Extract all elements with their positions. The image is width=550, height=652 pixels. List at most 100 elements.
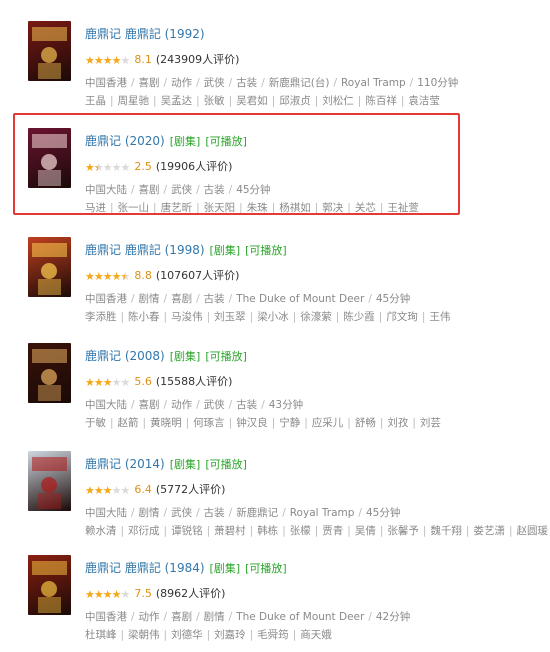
playable-tag[interactable]: [可播放] bbox=[205, 458, 247, 471]
separator: | bbox=[508, 525, 513, 537]
series-tag[interactable]: [剧集] bbox=[170, 350, 201, 363]
star-icon: ★ bbox=[93, 54, 104, 67]
star-icon: ★ bbox=[120, 484, 131, 497]
cast-name[interactable]: 周星驰 bbox=[118, 95, 150, 107]
separator: / bbox=[131, 507, 135, 519]
cast-name[interactable]: 梁朝伟 bbox=[128, 629, 160, 641]
rating-score: 7.5 bbox=[134, 587, 152, 600]
separator: | bbox=[110, 95, 114, 107]
info-item: The Duke of Mount Deer bbox=[236, 293, 365, 305]
separator: | bbox=[412, 417, 416, 429]
cast-name[interactable]: 梁小冰 bbox=[257, 311, 289, 323]
rating-score: 8.8 bbox=[134, 269, 152, 282]
cast-name[interactable]: 刘孜 bbox=[387, 417, 408, 429]
cast-name[interactable]: 宁静 bbox=[279, 417, 300, 429]
cast-name[interactable]: 徐濠萦 bbox=[300, 311, 332, 323]
cast-name[interactable]: 陈少霞 bbox=[343, 311, 375, 323]
cast-name[interactable]: 杜琪峰 bbox=[85, 629, 117, 641]
cast-name[interactable]: 张敏 bbox=[204, 95, 225, 107]
cast-name[interactable]: 邓衍成 bbox=[128, 525, 160, 537]
cast-name[interactable]: 吴君如 bbox=[236, 95, 268, 107]
cast-name[interactable]: 邝文珣 bbox=[386, 311, 418, 323]
title-row: 鹿鼎记 鹿鼎記 (1992) bbox=[85, 26, 205, 42]
cast-name[interactable]: 舒畅 bbox=[355, 417, 376, 429]
star-icon: ★ bbox=[111, 376, 122, 389]
cast-name[interactable]: 商天娥 bbox=[300, 629, 332, 641]
cast-name[interactable]: 萧碧村 bbox=[214, 525, 246, 537]
cast-name[interactable]: 邱淑贞 bbox=[279, 95, 311, 107]
poster-image[interactable] bbox=[28, 237, 71, 297]
info-item: 武侠 bbox=[203, 399, 225, 411]
series-tag[interactable]: [剧集] bbox=[210, 562, 241, 575]
title-link[interactable]: 鹿鼎记 (2008) bbox=[85, 349, 165, 363]
separator: / bbox=[368, 611, 372, 623]
cast-name[interactable]: 赖水清 bbox=[85, 525, 117, 537]
cast-name[interactable]: 刘玉翠 bbox=[214, 311, 246, 323]
separator: | bbox=[422, 525, 427, 537]
cast-name[interactable]: 赵箭 bbox=[118, 417, 139, 429]
cast-name[interactable]: 刘芸 bbox=[420, 417, 441, 429]
vote-count: (15588人评价) bbox=[155, 375, 233, 388]
cast-name[interactable]: 刘松仁 bbox=[322, 95, 354, 107]
cast-name[interactable]: 于敏 bbox=[85, 417, 106, 429]
info-line: 中国香港 / 喜剧 / 动作 / 武侠 / 古装 / 新鹿鼎记(台) / Royal Tramp/110… bbox=[85, 76, 458, 90]
playable-tag[interactable]: [可播放] bbox=[245, 562, 287, 575]
cast-name[interactable]: 赵圆瑗 bbox=[517, 525, 549, 537]
cast-name[interactable]: 吴孟达 bbox=[161, 95, 193, 107]
vote-count: (8962人评价) bbox=[155, 587, 226, 600]
series-tag[interactable]: [剧集] bbox=[210, 244, 241, 257]
star-icon: ★ bbox=[93, 484, 104, 497]
cast-name[interactable]: 王晶 bbox=[85, 95, 106, 107]
playable-tag[interactable]: [可播放] bbox=[245, 244, 287, 257]
title-row: 鹿鼎记 鹿鼎記 (1998) [剧集] [可播放] bbox=[85, 242, 287, 259]
result-item: 鹿鼎记 鹿鼎記 (1984) [剧集] [可播放] ★★★★★ 7.5 (8962人评价)… bbox=[0, 552, 550, 652]
separator: | bbox=[206, 629, 211, 641]
separator: | bbox=[142, 417, 147, 429]
separator: | bbox=[228, 95, 233, 107]
star-rating: ★★★★★ bbox=[85, 270, 130, 284]
cast-line: 王晶 | 周星驰 | 吴孟达 | 张敏 | 吴君如 | 邱淑贞 | 刘松仁 | 陈百祥 | 袁洁莹 bbox=[85, 94, 440, 108]
cast-name[interactable]: 王伟 bbox=[429, 311, 450, 323]
playable-tag[interactable]: [可播放] bbox=[205, 350, 247, 363]
cast-name[interactable]: 应采儿 bbox=[312, 417, 344, 429]
star-icon: ★ bbox=[120, 588, 131, 601]
cast-name[interactable]: 贾青 bbox=[322, 525, 343, 537]
cast-name[interactable]: 娄艺潇 bbox=[473, 525, 505, 537]
title-link[interactable]: 鹿鼎记 鹿鼎記 (1998) bbox=[85, 243, 205, 257]
cast-name[interactable]: 吴倩 bbox=[355, 525, 376, 537]
title-link[interactable]: 鹿鼎记 (2014) bbox=[85, 457, 165, 471]
series-tag[interactable]: [剧集] bbox=[170, 458, 201, 471]
title-link[interactable]: 鹿鼎记 鹿鼎記 (1984) bbox=[85, 561, 205, 575]
cast-name[interactable]: 刘嘉玲 bbox=[214, 629, 246, 641]
cast-name[interactable]: 陈百祥 bbox=[365, 95, 397, 107]
cast-name[interactable]: 谭锐铭 bbox=[171, 525, 203, 537]
title-link[interactable]: 鹿鼎记 鹿鼎記 (1992) bbox=[85, 27, 205, 41]
separator: / bbox=[163, 77, 168, 89]
star-icon: ★ bbox=[102, 270, 113, 283]
poster-image[interactable] bbox=[28, 343, 71, 403]
cast-name[interactable]: 毛舜筠 bbox=[257, 629, 289, 641]
cast-name[interactable]: 何琢言 bbox=[193, 417, 225, 429]
cast-name[interactable]: 韩栋 bbox=[257, 525, 278, 537]
cast-name[interactable]: 张檬 bbox=[290, 525, 311, 537]
cast-name[interactable]: 李添胜 bbox=[85, 311, 117, 323]
separator: / bbox=[163, 293, 168, 305]
cast-name[interactable]: 马浚伟 bbox=[171, 311, 203, 323]
poster-image[interactable] bbox=[28, 555, 71, 615]
vote-count: (107607人评价) bbox=[155, 269, 240, 282]
star-icon: ★ bbox=[85, 484, 95, 497]
star-icon: ★ bbox=[102, 376, 113, 389]
cast-name[interactable]: 钟汉良 bbox=[236, 417, 268, 429]
cast-name[interactable]: 魏千翔 bbox=[430, 525, 462, 537]
info-item: 45分钟 bbox=[365, 507, 401, 519]
poster-image[interactable] bbox=[28, 451, 71, 511]
separator: | bbox=[347, 417, 351, 429]
poster-image[interactable] bbox=[28, 21, 71, 81]
cast-name[interactable]: 袁洁莹 bbox=[408, 95, 440, 107]
cast-name[interactable]: 刘德华 bbox=[171, 629, 203, 641]
separator: | bbox=[282, 525, 286, 537]
cast-name[interactable]: 张馨予 bbox=[387, 525, 419, 537]
info-item: 喜剧 bbox=[171, 611, 193, 623]
cast-name[interactable]: 陈小春 bbox=[128, 311, 160, 323]
cast-name[interactable]: 黄晓明 bbox=[150, 417, 182, 429]
